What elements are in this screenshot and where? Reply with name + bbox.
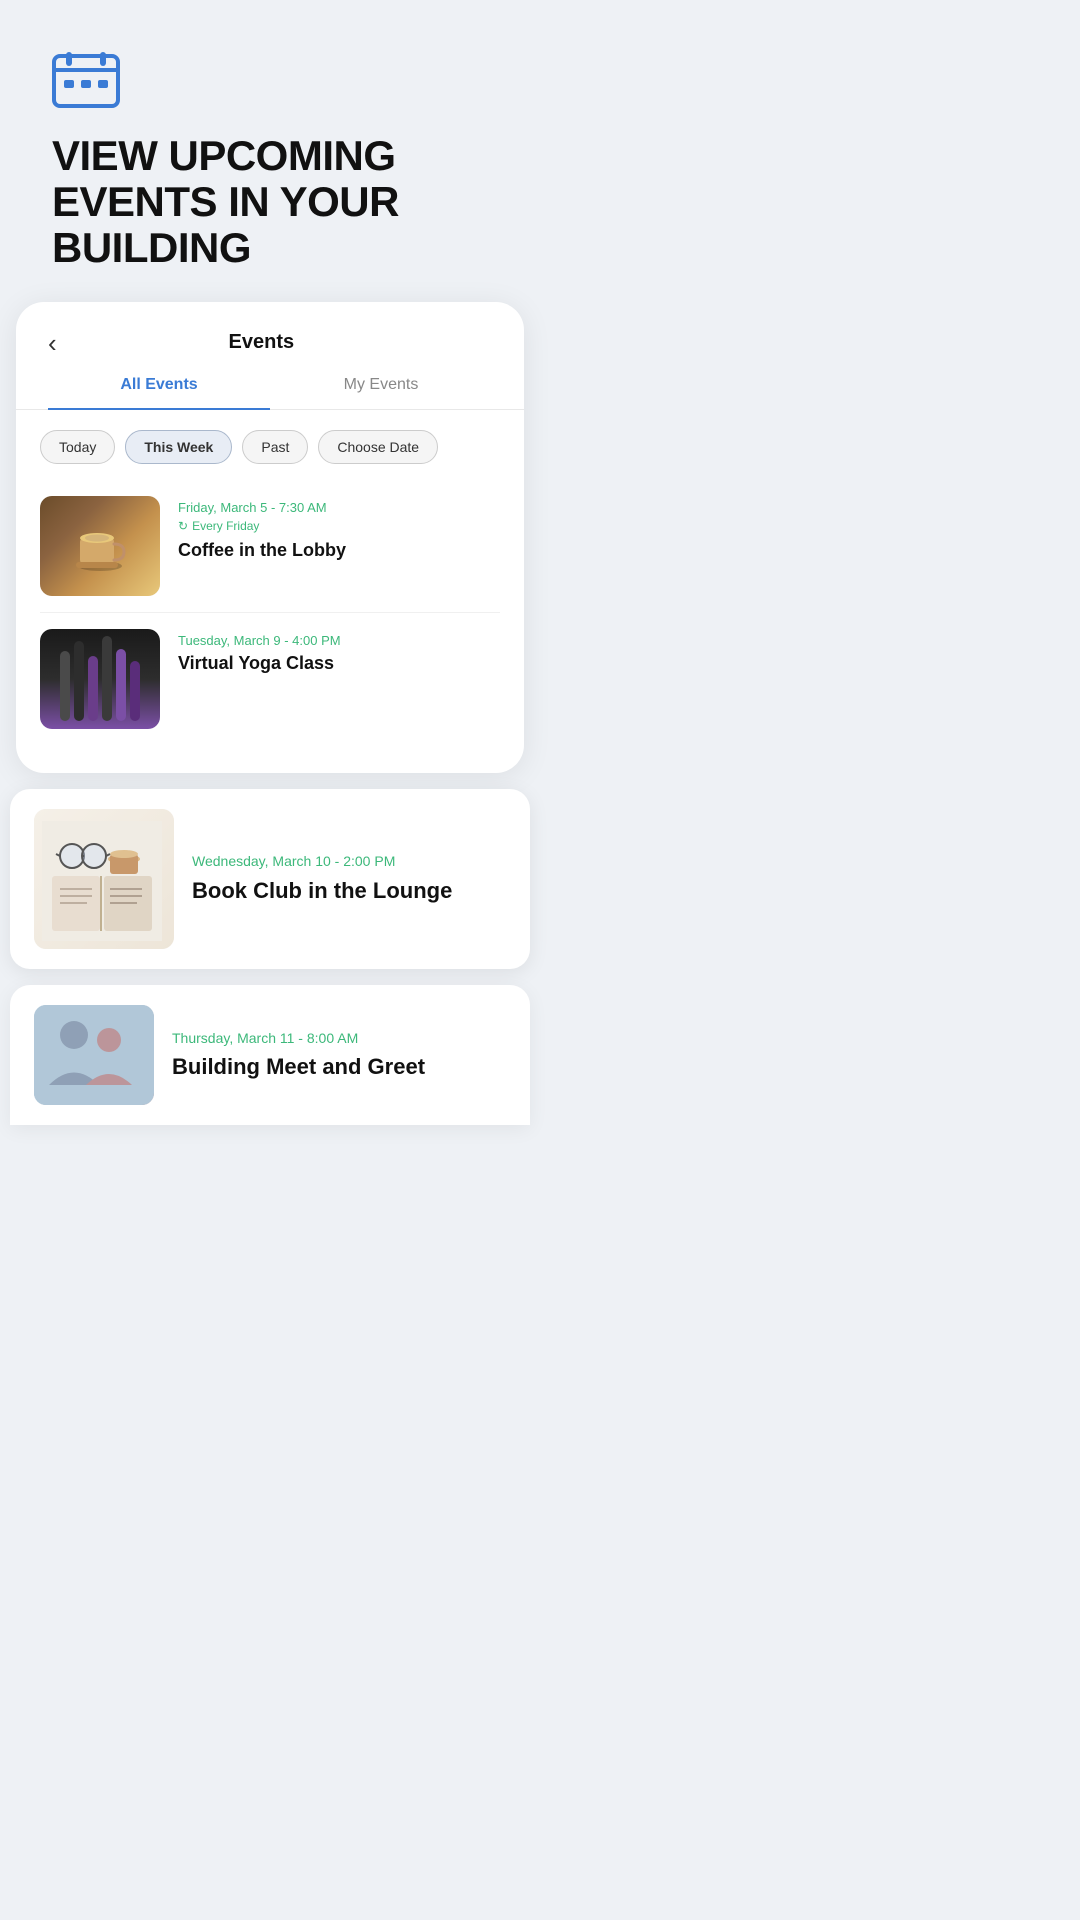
event-name-coffee: Coffee in the Lobby bbox=[178, 539, 500, 562]
filter-row: Today This Week Past Choose Date bbox=[16, 410, 524, 480]
tab-my-events[interactable]: My Events bbox=[270, 376, 492, 410]
yoga-visual bbox=[60, 636, 140, 721]
event-item-coffee[interactable]: Friday, March 5 - 7:30 AM ↻ Every Friday… bbox=[40, 480, 500, 613]
event-info-book-club: Wednesday, March 10 - 2:00 PM Book Club … bbox=[192, 853, 506, 905]
tabs-row: All Events My Events bbox=[16, 356, 524, 410]
event-name-book-club: Book Club in the Lounge bbox=[192, 877, 506, 905]
filter-this-week[interactable]: This Week bbox=[125, 430, 232, 464]
card-header: ‹ Events bbox=[16, 302, 524, 356]
filter-choose-date[interactable]: Choose Date bbox=[318, 430, 438, 464]
event-info-coffee: Friday, March 5 - 7:30 AM ↻ Every Friday… bbox=[178, 496, 500, 562]
event-info-yoga: Tuesday, March 9 - 4:00 PM Virtual Yoga … bbox=[178, 629, 500, 675]
event-image-meet-greet bbox=[34, 1005, 154, 1105]
event-date-yoga: Tuesday, March 9 - 4:00 PM bbox=[178, 633, 500, 648]
recurring-icon: ↻ bbox=[178, 519, 188, 533]
event-date-meet-greet: Thursday, March 11 - 8:00 AM bbox=[172, 1030, 506, 1046]
page-title: VIEW UPCOMING EVENTS IN YOUR BUILDING bbox=[52, 133, 488, 272]
events-list: Friday, March 5 - 7:30 AM ↻ Every Friday… bbox=[16, 480, 524, 773]
event-info-meet-greet: Thursday, March 11 - 8:00 AM Building Me… bbox=[172, 1030, 506, 1080]
event-image-yoga bbox=[40, 629, 160, 729]
back-button[interactable]: ‹ bbox=[48, 330, 57, 356]
filter-past[interactable]: Past bbox=[242, 430, 308, 464]
event-date-coffee: Friday, March 5 - 7:30 AM bbox=[178, 500, 500, 515]
filter-today[interactable]: Today bbox=[40, 430, 115, 464]
event-name-meet-greet: Building Meet and Greet bbox=[172, 1054, 506, 1080]
event-item-meet-greet[interactable]: Thursday, March 11 - 8:00 AM Building Me… bbox=[10, 985, 530, 1125]
page-header: VIEW UPCOMING EVENTS IN YOUR BUILDING bbox=[0, 0, 540, 302]
event-name-yoga: Virtual Yoga Class bbox=[178, 652, 500, 675]
app-card: ‹ Events All Events My Events Today This… bbox=[16, 302, 524, 773]
calendar-icon bbox=[52, 48, 488, 133]
screen-title: Events bbox=[57, 331, 466, 354]
event-item-yoga[interactable]: Tuesday, March 9 - 4:00 PM Virtual Yoga … bbox=[40, 613, 500, 745]
event-date-book-club: Wednesday, March 10 - 2:00 PM bbox=[192, 853, 506, 869]
event-image-book-club bbox=[34, 809, 174, 949]
event-image-coffee bbox=[40, 496, 160, 596]
event-item-book-club[interactable]: Wednesday, March 10 - 2:00 PM Book Club … bbox=[10, 789, 530, 969]
tab-all-events[interactable]: All Events bbox=[48, 376, 270, 410]
event-recurring-coffee: ↻ Every Friday bbox=[178, 519, 500, 533]
